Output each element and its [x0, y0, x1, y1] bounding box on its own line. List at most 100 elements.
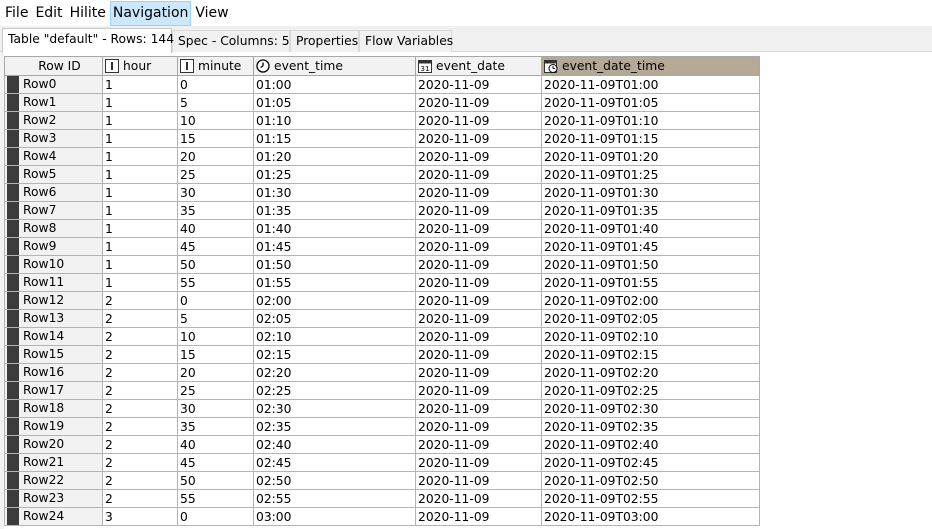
hour-cell[interactable]: 2 [102, 327, 178, 346]
event-date-time-cell[interactable]: 2020-11-09T02:50 [541, 471, 760, 490]
table-row[interactable]: Row0 1 0 01:00 2020-11-09 2020-11-09T01:00 [4, 75, 760, 94]
event-date-time-cell[interactable]: 2020-11-09T02:25 [541, 381, 760, 400]
hour-cell[interactable]: 2 [102, 489, 178, 508]
event-date-cell[interactable]: 2020-11-09 [415, 75, 542, 94]
hour-cell[interactable]: 2 [102, 453, 178, 472]
minute-cell[interactable]: 45 [177, 237, 254, 256]
hour-cell[interactable]: 2 [102, 435, 178, 454]
minute-cell[interactable]: 40 [177, 435, 254, 454]
minute-cell[interactable]: 15 [177, 129, 254, 148]
table-row[interactable]: Row18 2 30 02:30 2020-11-09 2020-11-09T02:30 [4, 399, 760, 418]
hour-cell[interactable]: 2 [102, 345, 178, 364]
hour-cell[interactable]: 1 [102, 111, 178, 130]
event-date-time-cell[interactable]: 2020-11-09T02:05 [541, 309, 760, 328]
event-time-cell[interactable]: 01:40 [253, 219, 416, 238]
event-date-cell[interactable]: 2020-11-09 [415, 237, 542, 256]
menu-navigation[interactable]: Navigation [109, 0, 192, 26]
event-time-cell[interactable]: 01:30 [253, 183, 416, 202]
event-date-time-cell[interactable]: 2020-11-09T02:35 [541, 417, 760, 436]
row-id-cell[interactable]: Row17 [4, 381, 103, 400]
event-time-cell[interactable]: 02:45 [253, 453, 416, 472]
table-row[interactable]: Row13 2 5 02:05 2020-11-09 2020-11-09T02:05 [4, 309, 760, 328]
minute-cell[interactable]: 55 [177, 273, 254, 292]
event-date-time-cell[interactable]: 2020-11-09T01:05 [541, 93, 760, 112]
table-row[interactable]: Row12 2 0 02:00 2020-11-09 2020-11-09T02:00 [4, 291, 760, 310]
event-time-cell[interactable]: 01:50 [253, 255, 416, 274]
menu-edit[interactable]: Edit [32, 1, 65, 26]
minute-cell[interactable]: 30 [177, 183, 254, 202]
event-date-cell[interactable]: 2020-11-09 [415, 111, 542, 130]
row-id-cell[interactable]: Row16 [4, 363, 103, 382]
event-time-cell[interactable]: 02:10 [253, 327, 416, 346]
minute-cell[interactable]: 20 [177, 147, 254, 166]
hour-cell[interactable]: 2 [102, 471, 178, 490]
row-id-cell[interactable]: Row8 [4, 219, 103, 238]
event-date-cell[interactable]: 2020-11-09 [415, 435, 542, 454]
row-id-cell[interactable]: Row3 [4, 129, 103, 148]
table-row[interactable]: Row10 1 50 01:50 2020-11-09 2020-11-09T01:50 [4, 255, 760, 274]
event-time-cell[interactable]: 02:50 [253, 471, 416, 490]
event-date-time-cell[interactable]: 2020-11-09T01:40 [541, 219, 760, 238]
hour-cell[interactable]: 1 [102, 165, 178, 184]
minute-cell[interactable]: 0 [177, 75, 254, 94]
table-row[interactable]: Row11 1 55 01:55 2020-11-09 2020-11-09T01:55 [4, 273, 760, 292]
table-row[interactable]: Row6 1 30 01:30 2020-11-09 2020-11-09T01:30 [4, 183, 760, 202]
event-date-time-cell[interactable]: 2020-11-09T02:15 [541, 345, 760, 364]
table-row[interactable]: Row4 1 20 01:20 2020-11-09 2020-11-09T01:20 [4, 147, 760, 166]
hour-cell[interactable]: 2 [102, 363, 178, 382]
hour-cell[interactable]: 1 [102, 129, 178, 148]
tab-flow-variables[interactable]: Flow Variables [359, 30, 453, 52]
event-time-cell[interactable]: 01:25 [253, 165, 416, 184]
minute-cell[interactable]: 5 [177, 93, 254, 112]
event-date-cell[interactable]: 2020-11-09 [415, 183, 542, 202]
row-id-cell[interactable]: Row7 [4, 201, 103, 220]
event-date-time-cell[interactable]: 2020-11-09T01:25 [541, 165, 760, 184]
minute-cell[interactable]: 20 [177, 363, 254, 382]
row-id-cell[interactable]: Row23 [4, 489, 103, 508]
table-row[interactable]: Row23 2 55 02:55 2020-11-09 2020-11-09T02:55 [4, 489, 760, 508]
event-date-cell[interactable]: 2020-11-09 [415, 201, 542, 220]
row-id-cell[interactable]: Row18 [4, 399, 103, 418]
row-id-cell[interactable]: Row5 [4, 165, 103, 184]
event-date-cell[interactable]: 2020-11-09 [415, 291, 542, 310]
tab-spec[interactable]: Spec - Columns: 5 [172, 30, 290, 52]
event-date-time-cell[interactable]: 2020-11-09T02:55 [541, 489, 760, 508]
event-date-cell[interactable]: 2020-11-09 [415, 255, 542, 274]
row-id-cell[interactable]: Row1 [4, 93, 103, 112]
event-date-time-cell[interactable]: 2020-11-09T01:50 [541, 255, 760, 274]
menu-hilite[interactable]: Hilite [67, 1, 109, 26]
minute-cell[interactable]: 35 [177, 201, 254, 220]
event-date-cell[interactable]: 2020-11-09 [415, 273, 542, 292]
minute-cell[interactable]: 25 [177, 165, 254, 184]
minute-cell[interactable]: 25 [177, 381, 254, 400]
event-date-cell[interactable]: 2020-11-09 [415, 381, 542, 400]
hour-cell[interactable]: 2 [102, 417, 178, 436]
table-row[interactable]: Row24 3 0 03:00 2020-11-09 2020-11-09T03:00 [4, 507, 760, 526]
table-row[interactable]: Row5 1 25 01:25 2020-11-09 2020-11-09T01:25 [4, 165, 760, 184]
tab-properties[interactable]: Properties [290, 30, 359, 52]
event-date-cell[interactable]: 2020-11-09 [415, 471, 542, 490]
table-row[interactable]: Row22 2 50 02:50 2020-11-09 2020-11-09T02:50 [4, 471, 760, 490]
minute-cell[interactable]: 0 [177, 507, 254, 526]
row-id-cell[interactable]: Row24 [4, 507, 103, 526]
event-time-cell[interactable]: 01:15 [253, 129, 416, 148]
event-date-cell[interactable]: 2020-11-09 [415, 507, 542, 526]
event-date-time-cell[interactable]: 2020-11-09T02:40 [541, 435, 760, 454]
table-row[interactable]: Row16 2 20 02:20 2020-11-09 2020-11-09T02:20 [4, 363, 760, 382]
event-date-time-cell[interactable]: 2020-11-09T01:30 [541, 183, 760, 202]
row-id-cell[interactable]: Row0 [4, 75, 103, 94]
minute-cell[interactable]: 5 [177, 309, 254, 328]
row-id-cell[interactable]: Row21 [4, 453, 103, 472]
row-id-cell[interactable]: Row20 [4, 435, 103, 454]
event-time-cell[interactable]: 03:00 [253, 507, 416, 526]
minute-cell[interactable]: 45 [177, 453, 254, 472]
row-id-cell[interactable]: Row14 [4, 327, 103, 346]
table-row[interactable]: Row20 2 40 02:40 2020-11-09 2020-11-09T02:40 [4, 435, 760, 454]
event-date-cell[interactable]: 2020-11-09 [415, 147, 542, 166]
hour-cell[interactable]: 2 [102, 309, 178, 328]
table-row[interactable]: Row19 2 35 02:35 2020-11-09 2020-11-09T02:35 [4, 417, 760, 436]
event-date-time-cell[interactable]: 2020-11-09T01:00 [541, 75, 760, 94]
table-row[interactable]: Row2 1 10 01:10 2020-11-09 2020-11-09T01:10 [4, 111, 760, 130]
event-date-cell[interactable]: 2020-11-09 [415, 417, 542, 436]
event-date-time-cell[interactable]: 2020-11-09T02:00 [541, 291, 760, 310]
